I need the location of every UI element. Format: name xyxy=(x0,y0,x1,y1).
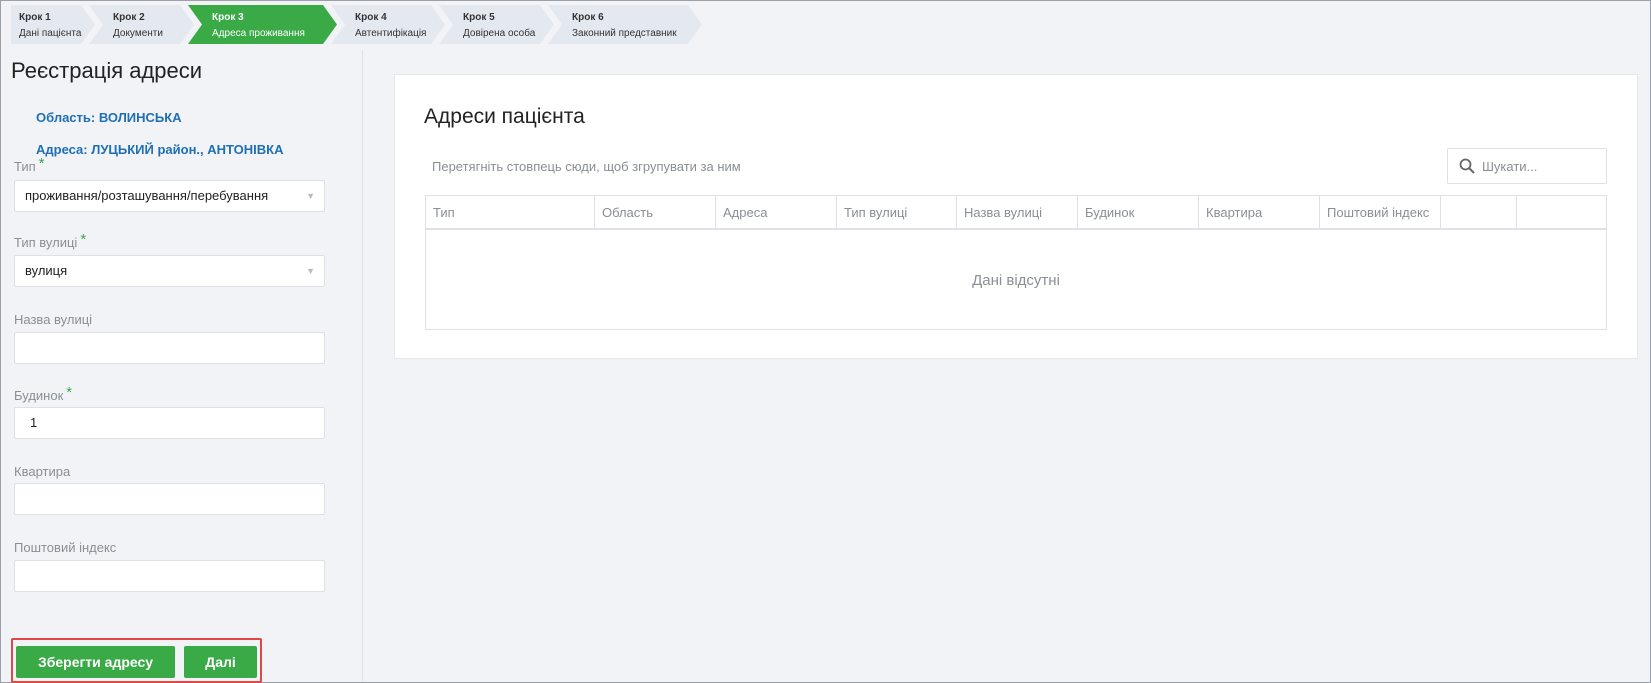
address-info: Адреса: ЛУЦЬКИЙ район., АНТОНІВКА xyxy=(36,142,284,157)
type-label-text: Тип xyxy=(14,159,36,174)
step-3[interactable]: Крок 3 Адреса проживання xyxy=(188,5,337,44)
column-header-type[interactable]: Тип xyxy=(426,196,595,228)
column-header-address[interactable]: Адреса xyxy=(716,196,837,228)
type-select[interactable]: проживання/розташування/перебування ▼ xyxy=(14,180,325,212)
required-mark: * xyxy=(80,231,87,248)
step-subtitle: Дані пацієнта xyxy=(19,28,82,39)
addresses-grid: Тип Область Адреса Тип вулиці Назва вули… xyxy=(425,195,1607,330)
street-type-select[interactable]: вулиця ▼ xyxy=(14,255,325,287)
street-type-select-value: вулиця xyxy=(25,263,68,278)
street-type-label: Тип вулиці * xyxy=(14,231,87,251)
step-title: Крок 4 xyxy=(355,12,387,23)
postal-code-input[interactable] xyxy=(14,560,325,592)
action-buttons-highlight: Зберегти адресу Далі xyxy=(11,638,262,683)
step-title: Крок 1 xyxy=(19,12,51,23)
step-title: Крок 2 xyxy=(113,12,145,23)
chevron-down-icon: ▼ xyxy=(306,191,315,201)
apartment-input[interactable] xyxy=(14,483,325,515)
step-title: Крок 6 xyxy=(572,12,604,23)
building-label-text: Будинок xyxy=(14,388,64,403)
patient-addresses-card: Адреси пацієнта Перетягніть стовпець сюд… xyxy=(394,74,1638,359)
address-form-panel: Реєстрація адреси Область: ВОЛИНСЬКА Адр… xyxy=(1,50,363,683)
step-4[interactable]: Крок 4 Автентифікація xyxy=(331,5,445,44)
column-header-street-type[interactable]: Тип вулиці xyxy=(837,196,957,228)
step-title: Крок 3 xyxy=(212,12,244,23)
step-subtitle: Адреса проживання xyxy=(212,28,305,39)
step-subtitle: Автентифікація xyxy=(355,28,427,39)
column-header-region[interactable]: Область xyxy=(595,196,716,228)
search-icon xyxy=(1459,158,1475,174)
step-5[interactable]: Крок 5 Довірена особа xyxy=(439,5,554,44)
type-select-value: проживання/розташування/перебування xyxy=(25,188,269,203)
group-panel-hint[interactable]: Перетягніть стовпець сюди, щоб згрупуват… xyxy=(432,159,741,174)
apartment-label: Квартира xyxy=(14,464,71,479)
step-subtitle: Довірена особа xyxy=(463,28,536,39)
type-label: Тип * xyxy=(14,155,45,175)
save-address-button[interactable]: Зберегти адресу xyxy=(16,646,175,678)
wizard-stepper: Крок 1 Дані пацієнта Крок 2 Документи Кр… xyxy=(11,5,696,44)
empty-state-text: Дані відсутні xyxy=(972,272,1060,289)
required-mark: * xyxy=(66,384,73,401)
form-title: Реєстрація адреси xyxy=(11,58,203,83)
column-header-building[interactable]: Будинок xyxy=(1078,196,1199,228)
postal-code-label: Поштовий індекс xyxy=(14,540,117,555)
column-header-extra xyxy=(1441,196,1517,228)
step-title: Крок 5 xyxy=(463,12,495,23)
building-input[interactable]: 1 xyxy=(14,407,325,439)
step-2[interactable]: Крок 2 Документи xyxy=(89,5,194,44)
search-input[interactable]: Шукати... xyxy=(1447,148,1607,184)
step-subtitle: Законний представник xyxy=(572,28,677,39)
region-info: Область: ВОЛИНСЬКА xyxy=(36,110,182,125)
addresses-title: Адреси пацієнта xyxy=(424,105,585,128)
column-header-street-name[interactable]: Назва вулиці xyxy=(957,196,1078,228)
street-name-label: Назва вулиці xyxy=(14,312,93,327)
column-header-apartment[interactable]: Квартира xyxy=(1199,196,1320,228)
street-name-input[interactable] xyxy=(14,332,325,364)
grid-header: Тип Область Адреса Тип вулиці Назва вули… xyxy=(426,196,1606,230)
search-placeholder: Шукати... xyxy=(1482,159,1538,174)
step-6[interactable]: Крок 6 Законний представник xyxy=(548,5,702,44)
next-button[interactable]: Далі xyxy=(184,646,257,678)
street-type-label-text: Тип вулиці xyxy=(14,235,78,250)
step-subtitle: Документи xyxy=(113,28,163,39)
required-mark: * xyxy=(38,155,45,172)
column-header-postal-code[interactable]: Поштовий індекс xyxy=(1320,196,1441,228)
chevron-down-icon: ▼ xyxy=(306,266,315,276)
step-1[interactable]: Крок 1 Дані пацієнта xyxy=(11,5,95,44)
building-label: Будинок * xyxy=(14,384,73,404)
